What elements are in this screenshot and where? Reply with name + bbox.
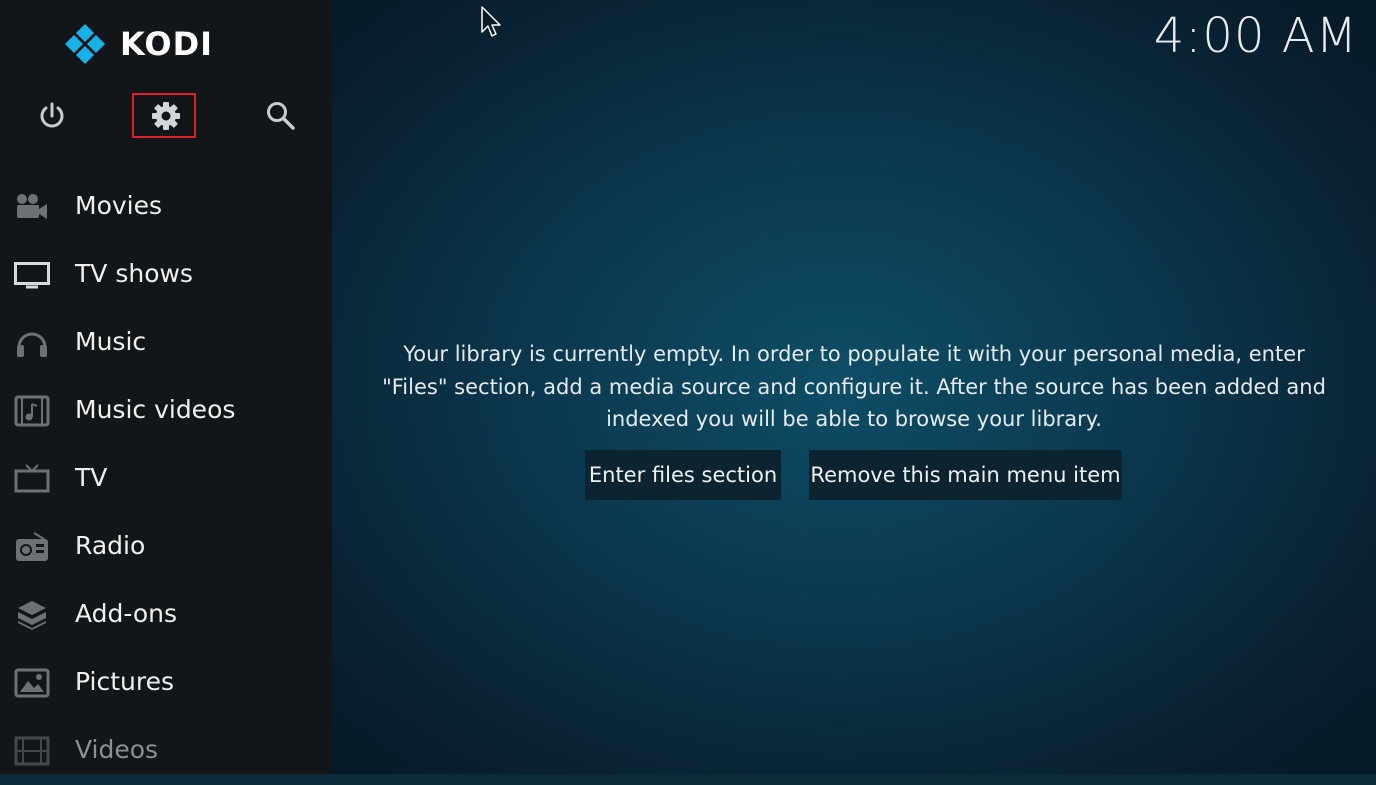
sidebar: KODI Movies TV shows Music Music videos … [0,0,332,774]
sidebar-item-videos[interactable]: Videos [0,717,332,785]
clock: 4:00 AM [1153,8,1358,64]
main-menu: Movies TV shows Music Music videos TV Ra… [0,173,332,785]
sidebar-item-label: Add-ons [75,599,178,628]
film-strip-icon [14,735,50,767]
sidebar-item-label: Music [75,327,147,356]
power-icon [40,102,64,128]
sidebar-item-music-videos[interactable]: Music videos [0,377,332,445]
sidebar-item-label: Videos [75,735,159,764]
sidebar-item-tv[interactable]: TV [0,445,332,513]
sidebar-item-movies[interactable]: Movies [0,173,332,241]
search-button[interactable] [261,96,301,136]
kodi-logo-icon [65,24,105,64]
addons-box-icon [14,599,50,631]
sidebar-item-label: TV shows [75,259,193,288]
empty-library-message: Your library is currently empty. In orde… [370,338,1338,436]
pictures-icon [14,667,50,699]
message-line: "Files" section, add a media source and … [382,374,1326,399]
settings-highlight-box [132,93,196,138]
enter-files-section-button[interactable]: Enter files section [585,450,781,500]
sidebar-item-pictures[interactable]: Pictures [0,649,332,717]
search-icon [267,102,295,130]
sidebar-item-tv-shows[interactable]: TV shows [0,241,332,309]
tv-icon [14,463,50,495]
music-video-icon [14,395,50,427]
headphones-icon [14,327,50,359]
sidebar-item-label: Movies [75,191,163,220]
message-line: Your library is currently empty. In orde… [403,342,1305,366]
kodi-logo: KODI [64,24,213,64]
message-line: indexed you will be able to browse your … [606,407,1102,431]
sidebar-item-add-ons[interactable]: Add-ons [0,581,332,649]
app-name: KODI [120,25,214,63]
monitor-icon [14,259,50,291]
sidebar-item-label: TV [75,463,108,492]
sidebar-item-radio[interactable]: Radio [0,513,332,581]
radio-icon [14,531,50,563]
remove-main-menu-item-button[interactable]: Remove this main menu item [809,450,1122,500]
sidebar-item-label: Music videos [75,395,236,424]
mouse-cursor-icon [481,6,501,37]
sidebar-item-label: Radio [75,531,146,560]
sidebar-item-label: Pictures [75,667,174,696]
power-button[interactable] [32,96,72,136]
movie-camera-icon [14,191,50,223]
sidebar-item-music[interactable]: Music [0,309,332,377]
